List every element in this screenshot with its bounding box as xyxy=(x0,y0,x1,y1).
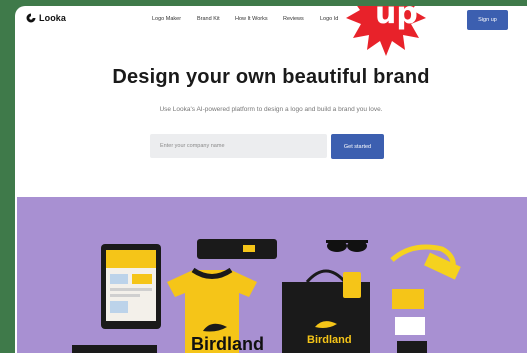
brand-showcase-image: Birdland Birdland xyxy=(17,197,527,353)
tape-measure xyxy=(390,244,461,280)
nav-link-reviews[interactable]: Reviews xyxy=(283,16,304,22)
nav-link-logo-maker[interactable]: Logo Maker xyxy=(152,16,181,22)
business-card-white xyxy=(395,317,425,335)
showcase-illustration xyxy=(72,239,461,353)
logo-text: Looka xyxy=(39,13,67,23)
looka-logo[interactable]: Looka xyxy=(26,13,66,23)
nav-link-how-it-works[interactable]: How It Works xyxy=(235,16,268,22)
hero-subtitle: Use Looka's AI-powered platform to desig… xyxy=(159,106,383,113)
signup-button[interactable]: Sign up xyxy=(467,10,508,30)
browser-frame: Looka Logo Maker Brand Kit How It Works … xyxy=(15,6,527,353)
top-nav: Looka Logo Maker Brand Kit How It Works … xyxy=(15,6,527,34)
sunglasses xyxy=(326,240,368,252)
company-name-input[interactable]: Enter your company name xyxy=(150,134,327,158)
nav-link-brand-kit[interactable]: Brand Kit xyxy=(197,16,220,22)
poster-tube xyxy=(197,239,277,259)
tablet-mockup xyxy=(101,244,161,329)
hero-title: Design your own beautiful brand xyxy=(112,66,430,88)
tshirt-brand-text: Birdland xyxy=(191,334,265,353)
hang-tag xyxy=(343,272,361,298)
bag-brand-text: Birdland xyxy=(307,334,352,346)
badge-text: up xyxy=(375,6,418,31)
business-card-black xyxy=(397,341,427,353)
folded-cloth xyxy=(72,345,157,353)
get-started-button[interactable]: Get started xyxy=(331,134,384,159)
nav-link-logo-ideas[interactable]: Logo Id xyxy=(320,16,338,22)
business-card-yellow xyxy=(392,289,424,309)
looka-logo-icon xyxy=(26,13,36,23)
